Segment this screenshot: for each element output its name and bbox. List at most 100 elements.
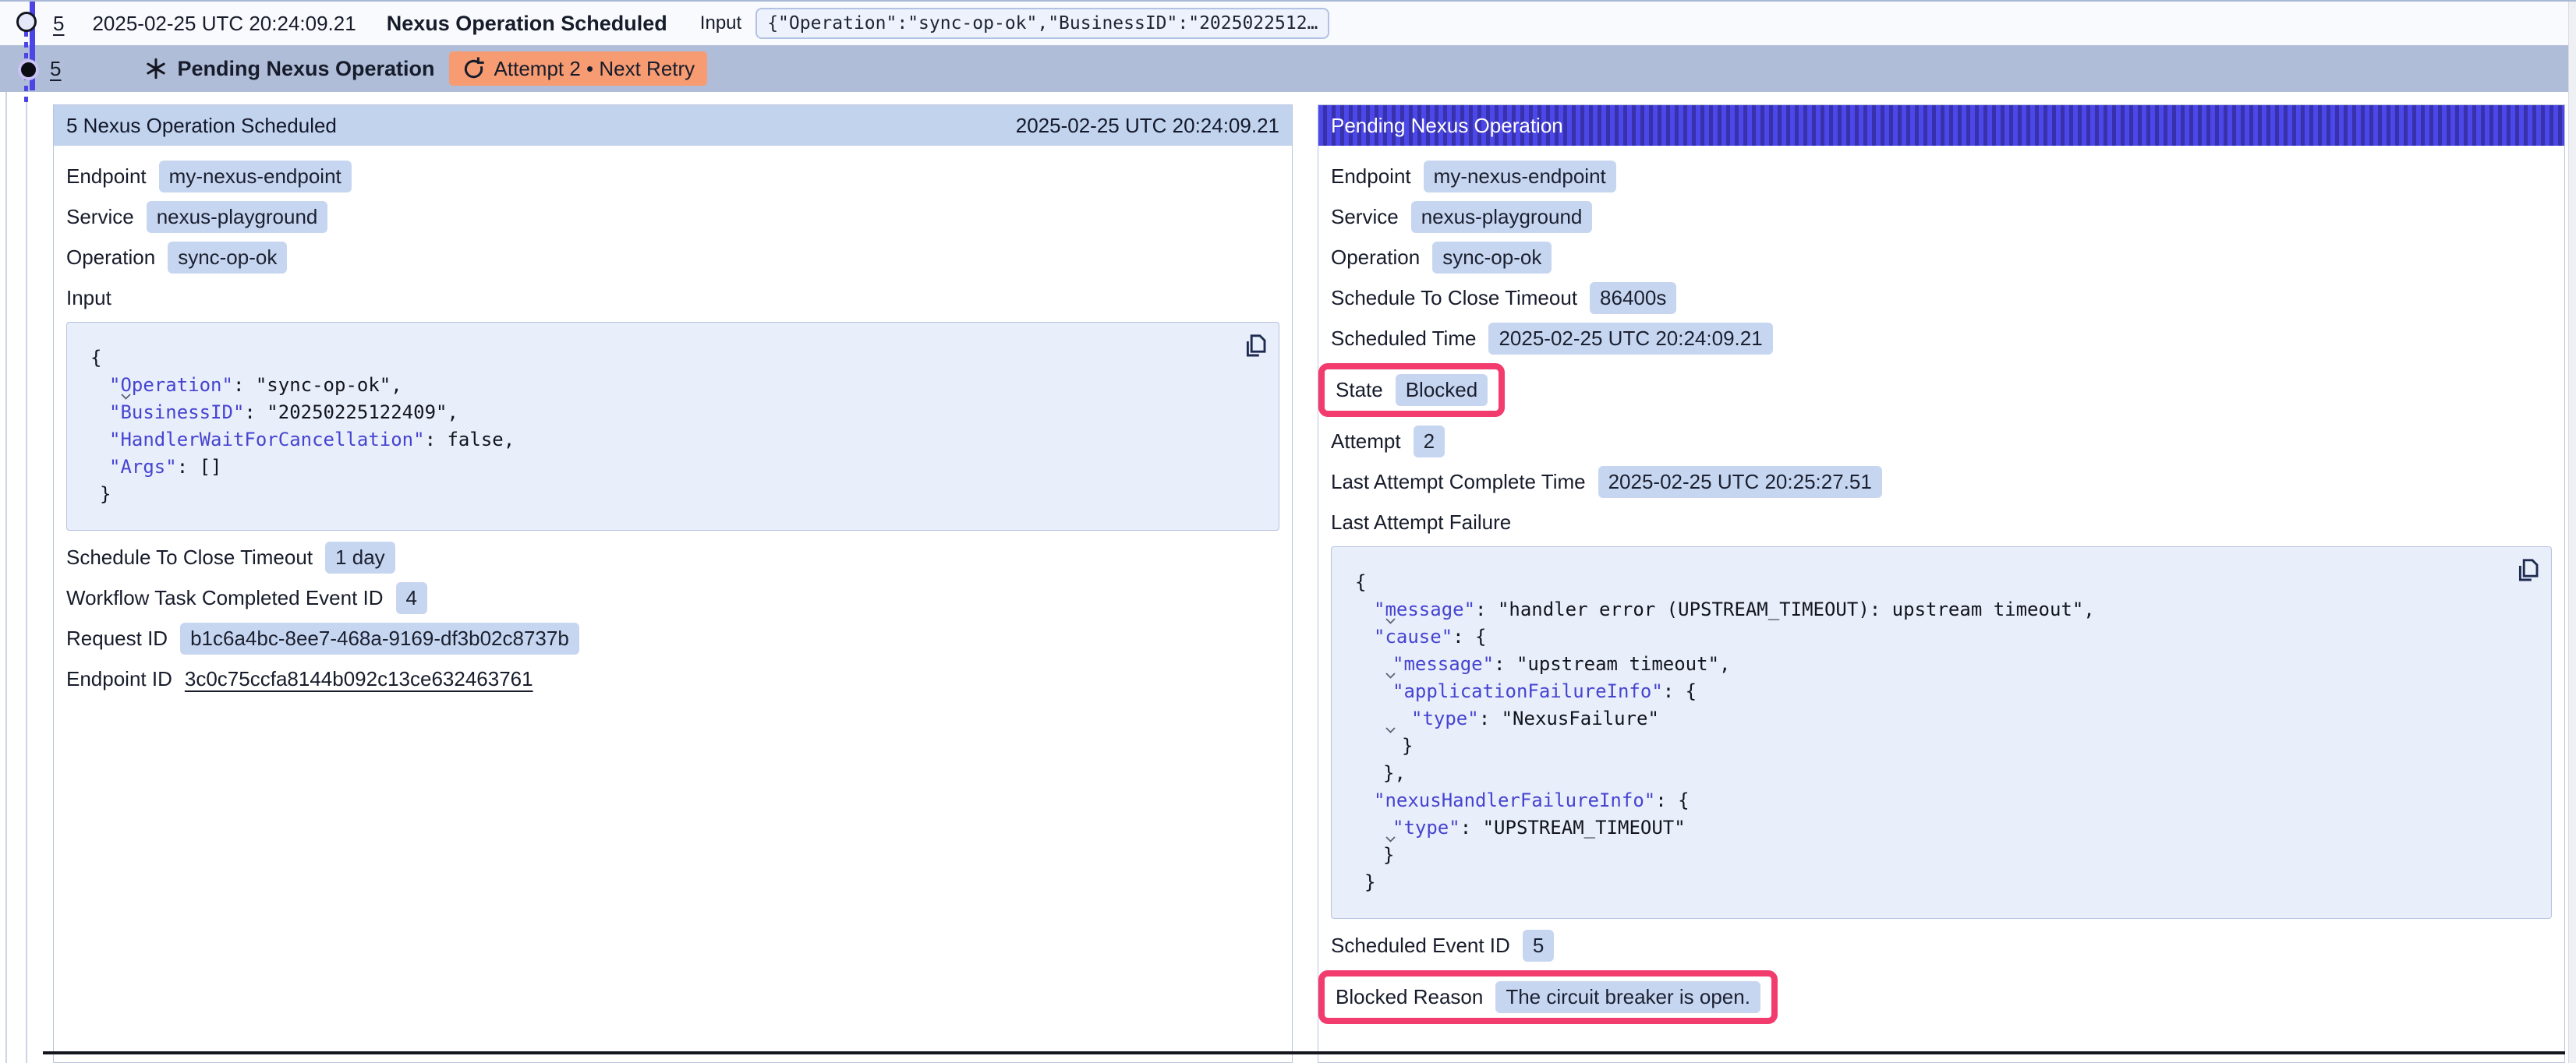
- timeline-selected-dot[interactable]: [18, 59, 39, 80]
- field-label: Endpoint ID: [66, 667, 172, 691]
- retry-icon: [462, 57, 485, 80]
- json-line: }: [1332, 733, 2504, 760]
- event-detail-panel: 5 Nexus Operation Scheduled 2025-02-25 U…: [53, 104, 1293, 1063]
- json-text: : false,: [425, 429, 515, 450]
- json-key: "type": [1411, 708, 1479, 729]
- field-value-chip: sync-op-ok: [168, 242, 287, 274]
- field-last-attempt-failure: Last Attempt Failure {"message": "handle…: [1331, 507, 2552, 919]
- highlight-box: Blocked Reason The circuit breaker is ope…: [1318, 970, 1778, 1024]
- json-line: "message": "upstream timeout",: [1332, 651, 2504, 678]
- json-key: "message": [1374, 599, 1475, 620]
- json-line: "Args": []: [67, 454, 1232, 481]
- json-text: : {: [1453, 626, 1486, 648]
- field-label: Scheduled Event ID: [1331, 934, 1510, 958]
- event-detail-header: 5 Nexus Operation Scheduled 2025-02-25 U…: [54, 105, 1292, 146]
- field-value-chip: 4: [396, 582, 427, 614]
- json-text: : "handler error (UPSTREAM_TIMEOUT): ups…: [1475, 599, 2095, 620]
- json-text: : {: [1663, 680, 1697, 702]
- field-row-state: State Blocked: [1331, 363, 2552, 417]
- field-row-service: Servicenexus-playground: [1331, 201, 2552, 233]
- field-value-chip: The circuit breaker is open.: [1495, 981, 1760, 1013]
- copy-icon[interactable]: [1241, 332, 1269, 360]
- field-value-chip: nexus-playground: [1411, 201, 1593, 233]
- event-title: Nexus Operation Scheduled: [387, 12, 667, 36]
- json-text: : "20250225122409",: [244, 401, 458, 423]
- field-label: Service: [66, 205, 134, 229]
- pending-operation-header-title: Pending Nexus Operation: [1331, 114, 1563, 138]
- field-label: Request ID: [66, 627, 168, 651]
- field-label: Blocked Reason: [1336, 985, 1483, 1009]
- scrollbar-gutter[interactable]: [2568, 2, 2576, 1063]
- asterisk-icon: [144, 57, 168, 80]
- json-viewer: {"message": "handler error (UPSTREAM_TIM…: [1331, 546, 2552, 919]
- timeline-track-line: [26, 101, 27, 1063]
- json-line: }: [67, 481, 1232, 508]
- json-text: }: [100, 483, 111, 505]
- field-row-operation: Operationsync-op-ok: [1331, 242, 2552, 274]
- field-row-schedule-to-close-timeout: Schedule To Close Timeout 86400s: [1331, 282, 2552, 314]
- field-value-chip: 2: [1414, 426, 1445, 457]
- event-row-pending[interactable]: 5 Pending Nexus Operation Attempt 2 • Ne…: [0, 45, 2569, 92]
- field-row-endpoint: Endpoint my-nexus-endpoint: [1331, 161, 2552, 192]
- event-id-link[interactable]: 5: [53, 12, 64, 36]
- pending-operation-fields: Endpoint my-nexus-endpoint Servicenexus-pl…: [1318, 146, 2564, 1024]
- field-row-operation: Operationsync-op-ok: [66, 242, 1279, 274]
- field-label: Endpoint: [66, 164, 147, 189]
- pending-operation-title: Pending Nexus Operation: [177, 57, 434, 81]
- field-value-chip: my-nexus-endpoint: [159, 161, 352, 192]
- json-key: "HandlerWaitForCancellation": [109, 429, 425, 450]
- bottom-divider: [43, 1051, 2565, 1054]
- input-preview-chip[interactable]: {"Operation":"sync-op-ok","BusinessID":"…: [755, 8, 1329, 39]
- json-text: }: [1402, 735, 1413, 757]
- json-text: : "UPSTREAM_TIMEOUT": [1460, 817, 1686, 839]
- field-label: Last Attempt Complete Time: [1331, 470, 1586, 494]
- json-line: "type": "NexusFailure": [1332, 705, 2504, 733]
- json-text: : "NexusFailure": [1479, 708, 1659, 729]
- field-label: Schedule To Close Timeout: [1331, 286, 1577, 310]
- input-label: Input: [700, 12, 741, 34]
- json-key: "message": [1392, 653, 1494, 675]
- json-text: : "sync-op-ok",: [233, 374, 402, 396]
- json-line: }: [1332, 842, 2504, 869]
- field-label: State: [1336, 378, 1383, 402]
- json-line: {: [67, 344, 1232, 372]
- json-line: "BusinessID": "20250225122409",: [67, 399, 1232, 426]
- event-row-scheduled[interactable]: 5 2025-02-25 UTC 20:24:09.21 Nexus Opera…: [0, 2, 2569, 45]
- json-text: : {: [1655, 789, 1689, 811]
- pending-operation-header: Pending Nexus Operation: [1318, 105, 2564, 146]
- json-key: "applicationFailureInfo": [1392, 680, 1663, 702]
- json-key: "BusinessID": [109, 401, 244, 423]
- json-line: {: [1332, 569, 2504, 596]
- event-detail-timestamp: 2025-02-25 UTC 20:24:09.21: [1016, 114, 1279, 138]
- field-value-chip: 2025-02-25 UTC 20:24:09.21: [1488, 323, 1772, 355]
- timeline-open-dot[interactable]: [16, 12, 37, 32]
- field-link[interactable]: 3c0c75ccfa8144b092c13ce632463761: [185, 667, 533, 691]
- json-line: "type": "UPSTREAM_TIMEOUT": [1332, 814, 2504, 842]
- event-history-view: 5 2025-02-25 UTC 20:24:09.21 Nexus Opera…: [0, 0, 2576, 1063]
- json-line: "applicationFailureInfo": {: [1332, 678, 2504, 705]
- json-viewer: {"Operation": "sync-op-ok","BusinessID":…: [66, 322, 1279, 531]
- field-label: Schedule To Close Timeout: [66, 546, 313, 570]
- event-id-link[interactable]: 5: [50, 57, 61, 81]
- field-row-service: Service nexus-playground: [66, 201, 1279, 233]
- field-value-chip: my-nexus-endpoint: [1424, 161, 1616, 192]
- field-value-chip: nexus-playground: [147, 201, 328, 233]
- json-line: "HandlerWaitForCancellation": false,: [67, 426, 1232, 454]
- field-label: Workflow Task Completed Event ID: [66, 586, 384, 610]
- field-row-request-id: Request IDb1c6a4bc-8ee7-468a-9169-df3b02…: [66, 623, 1279, 655]
- json-text: }: [1383, 844, 1394, 866]
- field-label: Operation: [1331, 245, 1420, 270]
- json-key: "Operation": [109, 374, 233, 396]
- field-row-scheduled-event-id: Scheduled Event ID5: [1331, 930, 2552, 962]
- copy-icon[interactable]: [2514, 556, 2542, 584]
- field-value-chip: Blocked: [1396, 374, 1488, 406]
- field-input: Input {"Operation": "sync-op-ok","Busine…: [66, 282, 1279, 531]
- json-line: },: [1332, 760, 2504, 787]
- field-value-chip: 1 day: [325, 542, 395, 574]
- field-value-chip: 86400s: [1590, 282, 1676, 314]
- json-text: }: [1364, 871, 1375, 893]
- json-text: },: [1383, 762, 1406, 784]
- json-key: "Args": [109, 456, 177, 478]
- field-label: Endpoint: [1331, 164, 1411, 189]
- json-line: "Operation": "sync-op-ok",: [67, 372, 1232, 399]
